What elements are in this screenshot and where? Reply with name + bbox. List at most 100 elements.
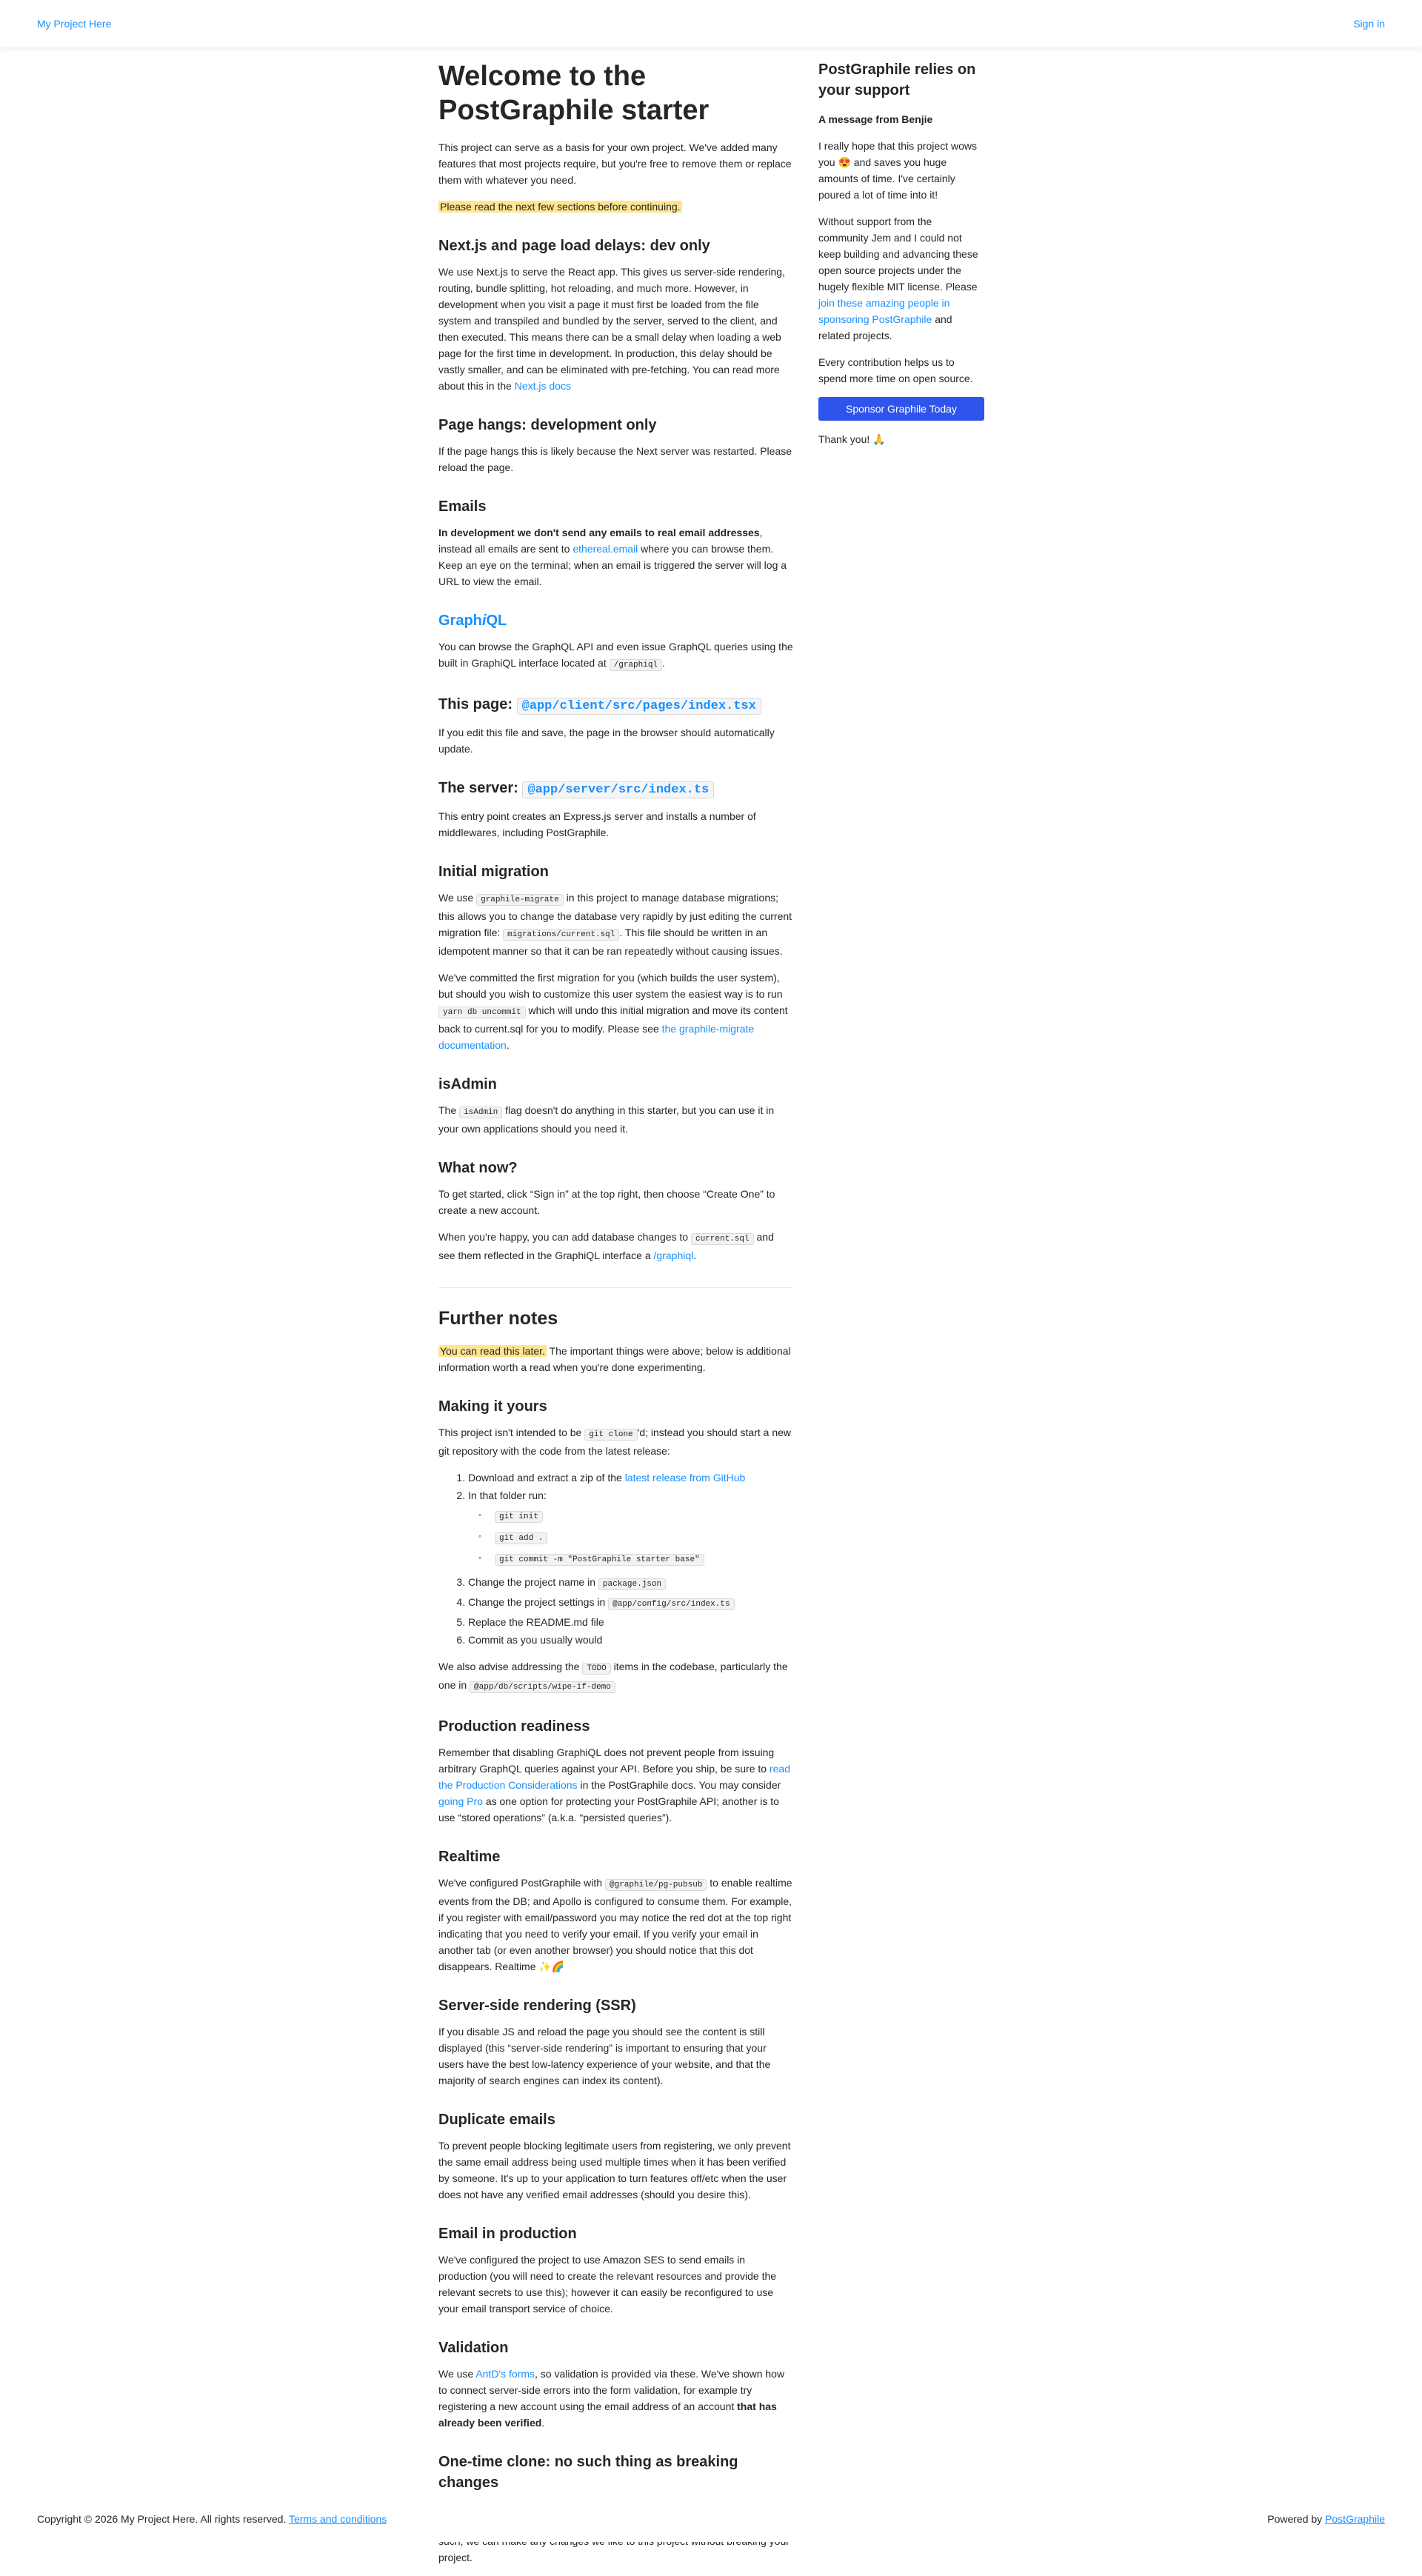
latest-release-link[interactable]: latest release from GitHub — [625, 1472, 746, 1484]
validation-heading: Validation — [438, 2340, 509, 2356]
emails-text: In development we don't send any emails … — [438, 524, 793, 590]
nextjs-docs-link[interactable]: Next.js docs — [515, 380, 571, 392]
support-text-1: I really hope that this project wows you… — [818, 140, 977, 201]
further-text: You can read this later. The important t… — [438, 1343, 793, 1375]
production-heading: Production readiness — [438, 1718, 590, 1735]
list-item: Download and extract a zip of the latest… — [468, 1469, 793, 1486]
sponsor-button[interactable]: Sponsor Graphile Today — [818, 397, 984, 421]
whatnow-p2c: . — [693, 1249, 697, 1261]
notice-highlight: Please read the next few sections before… — [438, 201, 682, 213]
steps-list: Download and extract a zip of the latest… — [468, 1469, 793, 1648]
copyright: Copyright © 2026 My Project Here. All ri… — [37, 2511, 387, 2527]
command-list: git init git add . git commit -m "PostGr… — [478, 1506, 793, 1568]
support-subtitle: A message from Benjie — [818, 113, 933, 125]
yours-p2a: We also advise addressing the — [438, 1661, 583, 1672]
page-title: Welcome to the PostGraphile starter — [438, 61, 710, 126]
graphiql-heading[interactable]: GraphiQL — [438, 610, 793, 631]
migration-heading: Initial migration — [438, 864, 549, 880]
list-item: In that folder run: git init git add . g… — [468, 1487, 793, 1568]
realtime-text: We've configured PostGraphile with @grap… — [438, 1875, 793, 1975]
yours-p1a: This project isn't intended to be — [438, 1427, 585, 1438]
terms-link[interactable]: Terms and conditions — [289, 2513, 387, 2525]
current-sql-code: current.sql — [690, 1233, 754, 1245]
realtime-a: We've configured PostGraphile with — [438, 1877, 605, 1889]
sponsor-link[interactable]: join these amazing people in sponsoring … — [818, 297, 949, 325]
production-text: Remember that disabling GraphiQL does no… — [438, 1744, 793, 1826]
wipe-script-code: @app/db/scripts/wipe-if-demo — [470, 1681, 615, 1693]
top-header: My Project Here Sign in — [0, 0, 1422, 47]
intro-text: This project can serve as a basis for yo… — [438, 141, 792, 186]
graphiql-link[interactable]: /graphiql — [654, 1249, 694, 1261]
sign-in-link[interactable]: Sign in — [1353, 16, 1385, 32]
server-label: The server: — [438, 780, 518, 796]
mig-p1a: We use — [438, 892, 477, 904]
copyright-text: Copyright © 2026 My Project Here. All ri… — [37, 2513, 289, 2525]
prod-b: in the PostGraphile docs. You may consid… — [577, 1779, 781, 1791]
whatnow-text-1: To get started, click “Sign in” at the t… — [438, 1188, 775, 1216]
nextjs-body: We use Next.js to serve the React app. T… — [438, 266, 785, 392]
pubsub-code: @graphile/pg-pubsub — [604, 1879, 707, 1891]
li1-text: Download and extract a zip of the — [468, 1472, 625, 1484]
thanks-text: Thank you! 🙏 — [818, 433, 886, 445]
list-item: Commit as you usually would — [468, 1632, 793, 1648]
support-text-3: Every contribution helps us to spend mor… — [818, 356, 973, 384]
list-item: git commit -m "PostGraphile starter base… — [478, 1549, 793, 1568]
list-item: git init — [478, 1506, 793, 1525]
hangs-text: If the page hangs this is likely because… — [438, 445, 792, 473]
isadmin-code: isAdmin — [459, 1107, 503, 1118]
server-code: @app/server/src/index.ts — [522, 781, 715, 798]
migration-text-2: We've committed the first migration for … — [438, 970, 793, 1053]
main-column: Welcome to the PostGraphile starter This… — [438, 59, 793, 2576]
validation-text: We use AntD's forms, so validation is pr… — [438, 2366, 793, 2431]
mig-code-3: yarn db uncommit — [438, 1007, 526, 1018]
going-pro-link[interactable]: going Pro — [438, 1795, 483, 1807]
li2-text: In that folder run: — [468, 1489, 547, 1501]
graphiql-path-code: /graphiql — [609, 659, 663, 671]
graphiql-heading-a: Graph — [438, 613, 482, 629]
support-p2a: Without support from the community Jem a… — [818, 216, 978, 293]
nextjs-heading: Next.js and page load delays: dev only — [438, 238, 710, 254]
this-page-text: If you edit this file and save, the page… — [438, 727, 775, 755]
prod-c: as one option for protecting your PostGr… — [438, 1795, 779, 1823]
yours-heading: Making it yours — [438, 1398, 547, 1415]
hangs-heading: Page hangs: development only — [438, 417, 657, 433]
one-time-clone-heading: One-time clone: no such thing as breakin… — [438, 2454, 738, 2491]
cmd-git-add: git add . — [495, 1532, 548, 1544]
li4-text: Change the project settings in — [468, 1596, 609, 1608]
git-clone-code: git clone — [584, 1429, 638, 1441]
val-c: . — [541, 2417, 545, 2429]
postgraphile-link[interactable]: PostGraphile — [1325, 2513, 1385, 2525]
isadmin-text: The isAdmin flag doesn't do anything in … — [438, 1102, 793, 1137]
ssr-heading: Server-side rendering (SSR) — [438, 1998, 636, 2014]
yours-text-1: This project isn't intended to be git cl… — [438, 1424, 793, 1459]
list-item: git add . — [478, 1528, 793, 1546]
isadmin-heading: isAdmin — [438, 1076, 497, 1092]
cmd-git-commit: git commit -m "PostGraphile starter base… — [495, 1554, 704, 1566]
emails-heading: Emails — [438, 498, 487, 515]
email-production-text: We've configured the project to use Amaz… — [438, 2254, 777, 2315]
support-text-2: Without support from the community Jem a… — [818, 213, 984, 344]
section-divider — [438, 1287, 793, 1288]
isadmin-a: The — [438, 1104, 460, 1116]
duplicate-emails-heading: Duplicate emails — [438, 2112, 555, 2128]
realtime-b: to enable realtime events from the DB; a… — [438, 1877, 792, 1972]
graphiql-end: . — [662, 657, 665, 669]
mig-code-1: graphile-migrate — [476, 894, 564, 906]
antd-forms-link[interactable]: AntD's forms — [475, 2368, 535, 2380]
notice-paragraph: Please read the next few sections before… — [438, 198, 793, 215]
realtime-heading: Realtime — [438, 1849, 501, 1865]
support-title: PostGraphile relies on your support — [818, 61, 976, 99]
migration-text-1: We use graphile-migrate in this project … — [438, 890, 793, 959]
emails-bold: In development we don't send any emails … — [438, 527, 760, 538]
this-page-heading: This page: @app/client/src/pages/index.t… — [438, 694, 793, 717]
whatnow-text-2: When you're happy, you can add database … — [438, 1229, 793, 1264]
brand-link[interactable]: My Project Here — [37, 16, 111, 32]
list-item: Change the project name in package.json — [468, 1574, 793, 1592]
ethereal-link[interactable]: ethereal.email — [573, 543, 638, 555]
email-production-heading: Email in production — [438, 2226, 577, 2242]
server-text: This entry point creates an Express.js s… — [438, 810, 756, 838]
list-item: Change the project settings in @app/conf… — [468, 1594, 793, 1612]
li3-text: Change the project name in — [468, 1576, 598, 1588]
cmd-git-init: git init — [495, 1511, 543, 1523]
list-item: Replace the README.md file — [468, 1614, 793, 1630]
